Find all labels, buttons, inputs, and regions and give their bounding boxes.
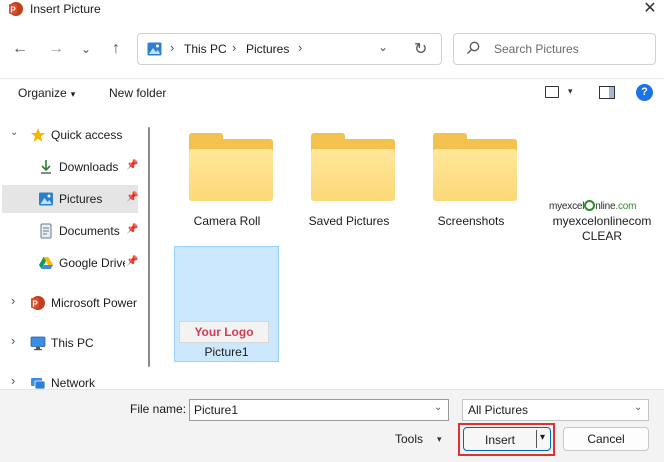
google-drive-icon [39, 257, 53, 269]
breadcrumb-separator: › [232, 40, 237, 55]
search-input[interactable]: Search Pictures [453, 33, 656, 65]
sidebar-item-label: Microsoft Power [51, 296, 138, 310]
navigation-bar: ← → ⌄ ↑ › This PC › Pictures › ⌄ ↻ Searc… [0, 30, 664, 70]
sidebar-item-label: Documents [59, 224, 120, 238]
file-name-label: Screenshots [437, 214, 505, 228]
new-folder-button[interactable]: New folder [109, 86, 166, 100]
window-title: Insert Picture [30, 2, 101, 16]
caret-down-icon[interactable]: ▾ [437, 434, 442, 445]
sidebar-item-label: Network [51, 376, 96, 390]
title-bar: P Insert Picture ✕ [0, 0, 664, 20]
expand-chevron-icon[interactable]: › [11, 293, 15, 308]
back-arrow-icon[interactable]: ← [10, 39, 30, 59]
view-caret-icon[interactable]: ▾ [568, 86, 573, 97]
sidebar-item-microsoft-power[interactable]: › P Microsoft Power [2, 289, 148, 317]
search-icon [467, 41, 480, 54]
pin-icon: 📌 [126, 192, 139, 203]
organize-label: Organize [18, 86, 67, 100]
refresh-icon[interactable]: ↻ [414, 39, 427, 59]
folder-item-screenshots[interactable]: Screenshots [419, 121, 523, 237]
tools-menu[interactable]: Tools [395, 432, 423, 446]
folder-item-camera-roll[interactable]: Camera Roll [175, 121, 279, 237]
command-bar: Organize ▾ New folder ▾ ? [0, 78, 664, 108]
recent-locations-chevron-icon[interactable]: ⌄ [76, 39, 96, 59]
file-name-field[interactable]: Picture1 [189, 399, 449, 421]
sidebar-scrollbar[interactable] [148, 127, 150, 367]
svg-text:P: P [32, 300, 38, 309]
sidebar-item-pictures[interactable]: Pictures 📌 [2, 185, 138, 213]
folder-icon [189, 133, 273, 201]
svg-text:P: P [10, 6, 16, 15]
sidebar-item-network[interactable]: › Network [2, 369, 138, 390]
sidebar-item-label: Downloads [59, 160, 119, 174]
sidebar-item-label: Google Drive [59, 256, 125, 270]
sidebar-item-label: Pictures [59, 192, 103, 206]
folder-item-saved-pictures[interactable]: Saved Pictures [297, 121, 401, 237]
split-divider [536, 430, 537, 448]
powerpoint-icon: P [31, 296, 45, 310]
organize-menu[interactable]: Organize ▾ [18, 86, 75, 100]
documents-icon [40, 223, 52, 239]
sidebar-item-documents[interactable]: Documents 📌 [2, 217, 138, 245]
help-icon[interactable]: ? [636, 84, 653, 101]
caret-down-icon: ▾ [70, 89, 76, 99]
sidebar-item-label: This PC [51, 336, 94, 350]
sidebar-item-this-pc[interactable]: › This PC [2, 329, 138, 357]
insert-button[interactable]: Insert ▾ [463, 427, 551, 451]
close-icon[interactable]: ✕ [640, 0, 660, 19]
view-options-icon[interactable] [545, 86, 559, 98]
pictures-icon [39, 192, 53, 206]
file-name-label: File name: [130, 402, 187, 416]
pin-icon: 📌 [126, 224, 139, 235]
sidebar-item-quick-access[interactable]: ⌄ Quick access [2, 121, 138, 149]
folder-icon [433, 133, 517, 201]
file-type-dropdown-icon[interactable]: ⌄ [634, 402, 642, 413]
monitor-icon [30, 336, 46, 351]
insert-label: Insert [484, 433, 515, 447]
your-logo-thumbnail: Your Logo [179, 321, 269, 343]
star-icon [31, 128, 45, 142]
breadcrumb-separator: › [170, 40, 175, 55]
navigation-pane[interactable]: ⌄ Quick access Downloads 📌 Pictures 📌 Do… [0, 115, 155, 390]
sidebar-item-label: Quick access [51, 128, 123, 142]
file-name-label: Saved Pictures [308, 214, 390, 228]
expand-chevron-icon[interactable]: › [11, 373, 15, 388]
file-list[interactable]: Camera Roll Saved Pictures Screenshots m… [157, 115, 664, 390]
file-name-label: Picture1 [204, 345, 249, 359]
address-history-dropdown-icon[interactable]: ⌄ [378, 40, 388, 54]
search-placeholder: Search Pictures [494, 42, 579, 56]
pictures-folder-icon [147, 42, 162, 56]
file-type-select[interactable]: All Pictures [462, 399, 649, 421]
file-name-label: Camera Roll [193, 214, 261, 228]
forward-arrow-icon[interactable]: → [46, 39, 66, 59]
pin-icon: 📌 [126, 256, 138, 267]
download-icon [41, 160, 51, 174]
preview-pane-icon[interactable] [599, 86, 615, 99]
sidebar-item-google-drive[interactable]: Google Drive 📌 [2, 249, 138, 277]
file-name-dropdown-icon[interactable]: ⌄ [434, 402, 442, 413]
up-arrow-icon[interactable]: ↑ [106, 39, 126, 59]
breadcrumb-separator: › [298, 40, 303, 55]
breadcrumb-this-pc[interactable]: This PC [184, 42, 227, 56]
breadcrumb-pictures[interactable]: Pictures [246, 42, 289, 56]
collapse-chevron-icon[interactable]: ⌄ [10, 127, 18, 138]
file-name-label: myexcelonlinecomCLEAR [552, 214, 652, 243]
insert-options-caret-icon[interactable]: ▾ [540, 432, 545, 443]
image-item-myexcelonline[interactable]: myexcel nline.com myexcelonlinecomCLEAR [547, 121, 657, 243]
image-item-picture1[interactable]: Your Logo Picture1 [174, 246, 279, 362]
powerpoint-app-icon: P [9, 2, 23, 16]
folder-icon [311, 133, 395, 201]
pin-icon: 📌 [126, 160, 139, 171]
network-icon [31, 378, 46, 390]
cancel-button[interactable]: Cancel [563, 427, 649, 451]
dialog-footer: File name: Picture1 ⌄ All Pictures ⌄ Too… [0, 389, 664, 462]
expand-chevron-icon[interactable]: › [11, 333, 15, 348]
address-bar[interactable]: › This PC › Pictures › ⌄ ↻ [137, 33, 442, 65]
sidebar-item-downloads[interactable]: Downloads 📌 [2, 153, 138, 181]
